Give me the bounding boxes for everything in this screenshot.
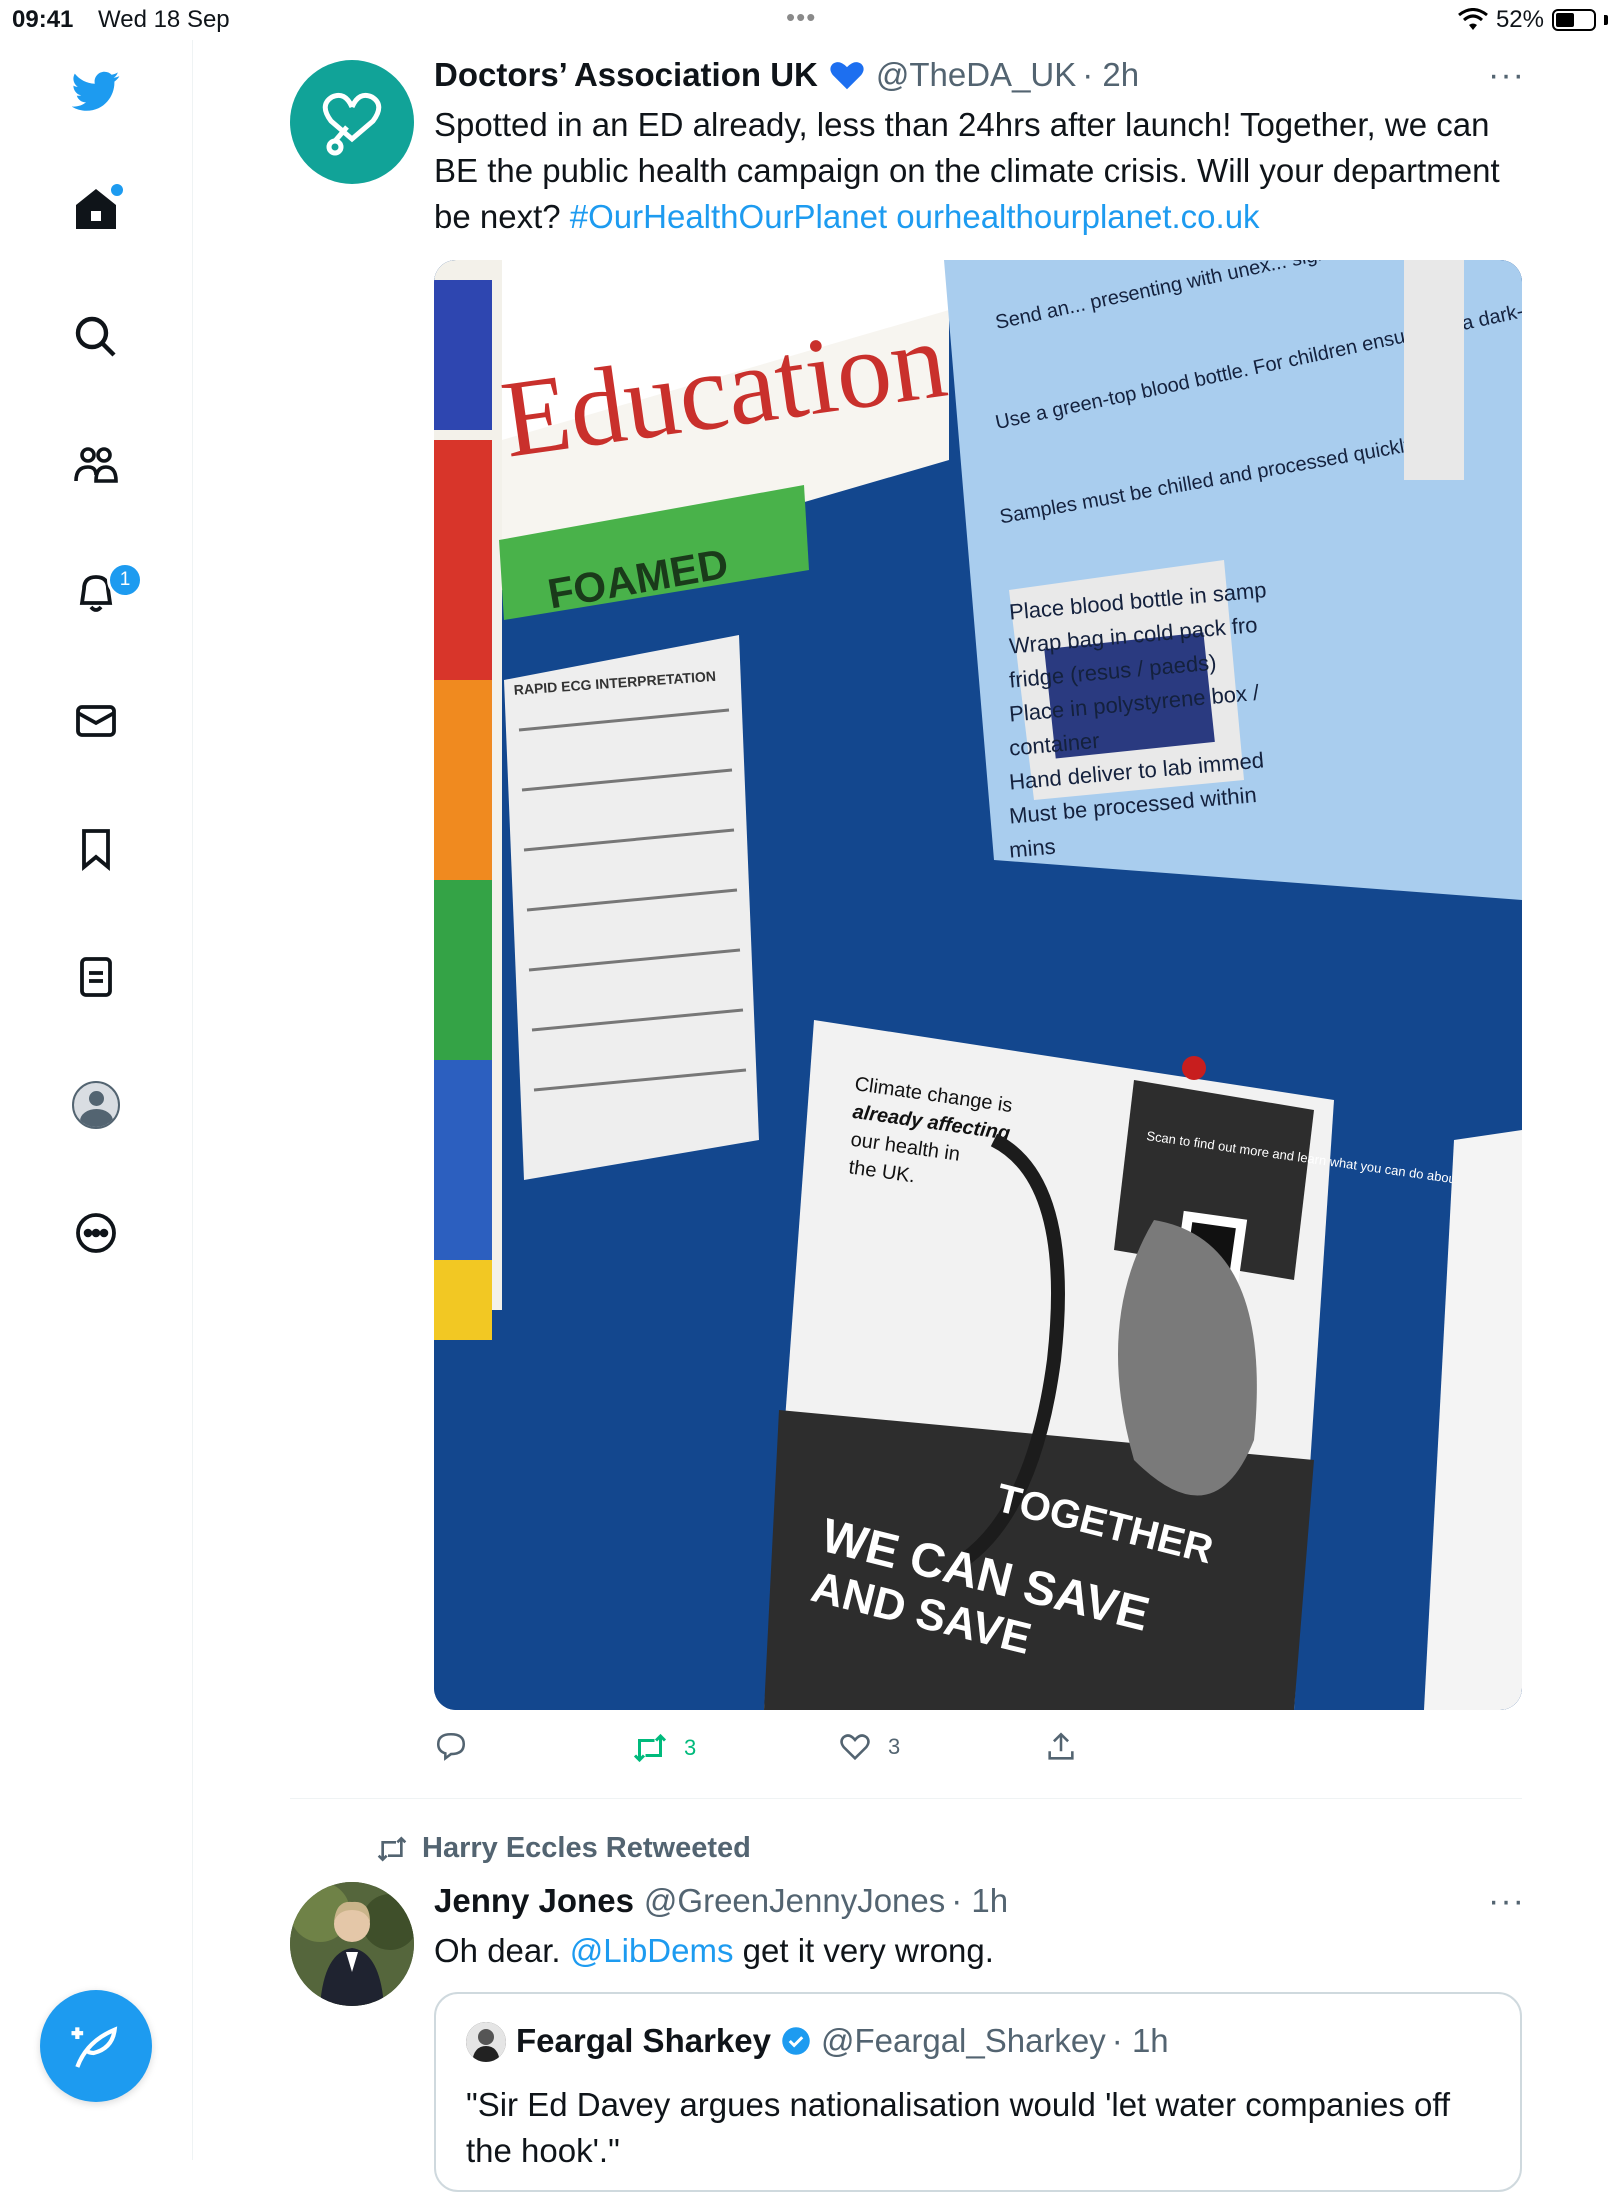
quote-header: Feargal Sharkey @Feargal_Sharkey · 1h [516,2022,1169,2060]
retweet-button[interactable]: 3 [632,1730,696,1766]
battery-percent: 52% [1495,6,1544,33]
notifications-bell-icon[interactable]: 1 [65,562,143,624]
quote-time[interactable]: · 1h [1112,2022,1169,2060]
home-unread-dot [109,182,125,198]
home-icon[interactable] [65,178,127,240]
quote-handle[interactable]: @Feargal_Sharkey [821,2022,1106,2060]
share-icon [1048,1732,1074,1760]
verified-badge-icon [782,2027,810,2055]
noticeboard-photo-drawing: Education FOAMED RAPID ECG INTERPRETATIO… [434,260,1522,1710]
tweet2-handle[interactable]: @GreenJennyJones [644,1882,945,1920]
tweet1-photo[interactable]: Education FOAMED RAPID ECG INTERPRETATIO… [434,260,1522,1710]
retweeted-by-line: Harry Eccles Retweeted [376,1832,751,1865]
status-date: Wed 18 Sep [98,6,230,33]
tweet2-time[interactable]: · 1h [951,1882,1008,1920]
tweet1-author-name[interactable]: Doctors’ Association UK [434,56,818,94]
bookmarks-icon[interactable] [65,818,127,880]
tweet1-actions: 3 3 [434,1730,1524,1770]
stethoscope-heart-logo-icon [322,92,382,156]
tweet2-header: Jenny Jones @GreenJennyJones · 1h [434,1882,1008,1920]
like-button[interactable]: 3 [838,1730,900,1764]
profile-avatar-icon[interactable] [65,1074,127,1136]
jenny-jones-photo [290,1882,414,2006]
tweet2-more-icon[interactable]: ··· [1488,1882,1525,1921]
multitasking-dots-icon[interactable]: ••• [786,2,816,33]
tweet1-header: Doctors’ Association UK @TheDA_UK · 2h [434,56,1139,94]
twitter-logo-icon[interactable] [65,60,127,122]
tweet2-text: Oh dear. @LibDems get it very wrong. [434,1928,1524,1974]
quoted-author-avatar[interactable] [466,2022,506,2062]
compose-feather-icon [71,2026,118,2068]
communities-icon[interactable] [65,434,127,496]
more-menu-icon[interactable] [65,1202,127,1264]
tweet1-more-icon[interactable]: ··· [1488,56,1525,95]
status-bar: 09:41 Wed 18 Sep ••• 52% [0,0,1620,40]
tweet2-text-before: Oh dear. [434,1932,561,1969]
quote-author-name[interactable]: Feargal Sharkey [516,2022,771,2060]
wifi-icon [1458,8,1488,30]
blue-heart-icon [830,62,864,90]
tweet1-time[interactable]: · 2h [1082,56,1139,94]
like-count: 3 [888,1734,901,1759]
battery-nub [1604,15,1608,25]
reply-button[interactable] [434,1730,468,1764]
notifications-badge: 1 [107,562,143,598]
tweet1-handle[interactable]: @TheDA_UK [876,56,1076,94]
lists-icon[interactable] [65,946,127,1008]
messages-icon[interactable] [65,690,127,752]
retweeted-by-text[interactable]: Harry Eccles Retweeted [422,1832,751,1865]
sidebar: 1 [0,40,193,2160]
retweeted-icon [377,1835,407,1862]
blue-poster-bullet: mins [1008,834,1056,863]
tweet1-text: Spotted in an ED already, less than 24hr… [434,102,1524,240]
status-time: 09:41 [12,6,74,33]
retweet-icon [633,1733,667,1763]
like-heart-icon [840,1734,870,1761]
tweet-divider [290,1798,1522,1799]
share-button[interactable] [1044,1730,1078,1764]
quote-text: "Sir Ed Davey argues nationalisation wou… [466,2086,1451,2169]
tweet2-avatar[interactable] [290,1882,414,2006]
tweet2-text-after: get it very wrong. [742,1932,994,1969]
quoted-tweet-card[interactable]: Feargal Sharkey @Feargal_Sharkey · 1h "S… [434,1992,1522,2192]
tweet2-author-name[interactable]: Jenny Jones [434,1882,634,1920]
search-icon[interactable] [65,306,127,368]
compose-tweet-button[interactable] [40,1990,152,2102]
retweet-count: 3 [684,1735,697,1760]
status-right: 52% [1458,6,1608,34]
tweet1-hashtag-link[interactable]: #OurHealthOurPlanet [570,198,887,235]
battery-icon [1552,9,1596,31]
tweet-avatar-daa[interactable] [290,60,414,184]
tweet1-url-link[interactable]: ourhealthourplanet.co.uk [896,198,1259,235]
reply-icon [436,1732,466,1761]
tweet2-mention-link[interactable]: @LibDems [570,1932,734,1969]
